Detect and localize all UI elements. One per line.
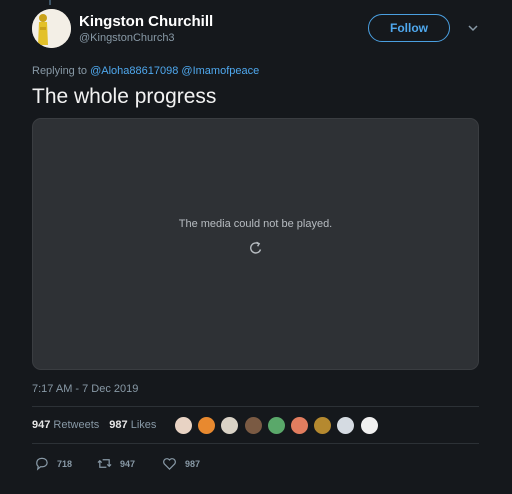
- retweets-stat[interactable]: 947 Retweets: [32, 419, 99, 431]
- liker-avatar-5[interactable]: [266, 416, 286, 435]
- liker-avatar-9[interactable]: [359, 416, 379, 435]
- retweet-count: 947: [120, 458, 136, 469]
- liker-avatar-3[interactable]: [220, 416, 240, 435]
- media-player[interactable]: The media could not be played.: [32, 118, 479, 370]
- retweet-button[interactable]: 947: [97, 456, 135, 471]
- liker-avatar-1[interactable]: [174, 416, 193, 435]
- tweet-text: The whole progress: [32, 85, 217, 108]
- mention-link-1[interactable]: @Aloha88617098: [90, 65, 178, 77]
- likes-label: Likes: [130, 419, 157, 431]
- author-avatar-image: [32, 9, 71, 48]
- liker-avatar-8[interactable]: [336, 416, 356, 435]
- like-count: 987: [185, 458, 201, 469]
- likes-count: 987: [109, 419, 128, 431]
- retweets-count: 947: [32, 419, 51, 431]
- retweets-label: Retweets: [53, 419, 100, 431]
- tweet-timestamp[interactable]: 7:17 AM - 7 Dec 2019: [32, 383, 138, 395]
- reply-count: 718: [57, 458, 73, 469]
- author-handle[interactable]: @KingstonChurch3: [79, 32, 175, 44]
- divider: [32, 406, 479, 407]
- mention-link-2[interactable]: @Imamofpeace: [181, 65, 259, 77]
- reply-icon: [36, 457, 48, 471]
- author-avatar[interactable]: [32, 9, 71, 48]
- liker-avatar-2[interactable]: [197, 416, 217, 435]
- reply-button[interactable]: 718: [34, 456, 72, 471]
- liker-avatar-4[interactable]: [243, 416, 263, 435]
- heart-icon: [163, 458, 176, 470]
- thread-connector-line: [49, 0, 51, 5]
- divider: [32, 443, 479, 444]
- replying-to-line: Replying to @Aloha88617098 @Imamofpeace: [32, 65, 259, 77]
- likes-stat[interactable]: 987 Likes: [109, 419, 156, 431]
- liker-avatar-6[interactable]: [290, 416, 309, 435]
- retry-icon[interactable]: [248, 240, 264, 256]
- like-button[interactable]: 987: [162, 456, 200, 471]
- engagement-stats: 947 Retweets 987 Likes: [32, 419, 156, 431]
- follow-button[interactable]: Follow: [368, 14, 450, 42]
- retweet-icon: [97, 459, 112, 468]
- liker-avatar-7[interactable]: [313, 416, 333, 435]
- media-error-message: The media could not be played.: [178, 218, 333, 230]
- chevron-down-icon[interactable]: [466, 22, 480, 34]
- author-display-name[interactable]: Kingston Churchill: [79, 13, 213, 30]
- replying-to-label: Replying to: [32, 65, 88, 77]
